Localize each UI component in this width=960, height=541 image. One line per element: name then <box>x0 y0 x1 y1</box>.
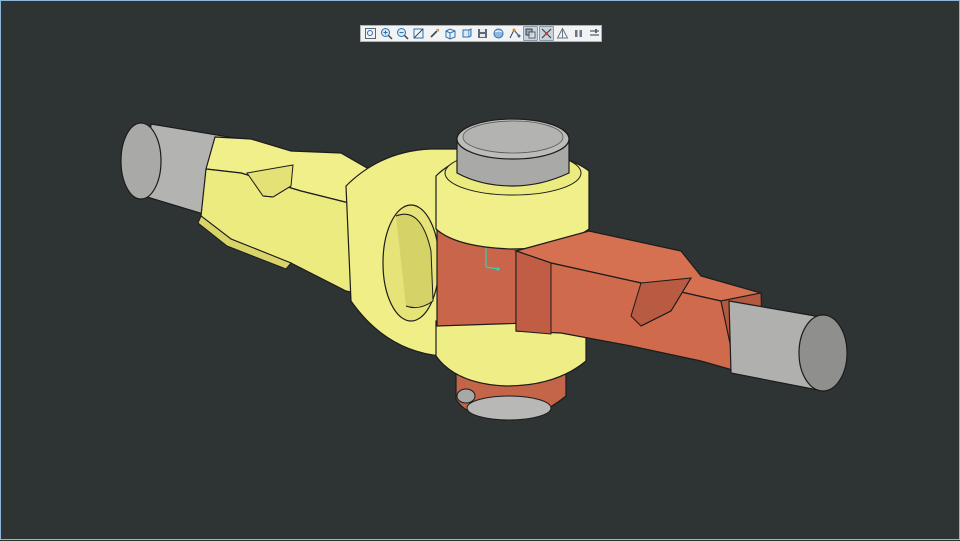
right-shaft[interactable] <box>728 300 848 392</box>
model-scene[interactable] <box>1 1 960 541</box>
transparency-button[interactable] <box>523 26 538 41</box>
save-image-icon <box>478 29 487 38</box>
zoom-fit-icon <box>365 28 376 39</box>
zoom-window-icon <box>413 28 424 39</box>
view-toolbar <box>360 25 602 42</box>
view-orientation-button[interactable] <box>459 26 474 41</box>
zoom-window-button[interactable] <box>411 26 426 41</box>
zoom-fit-button[interactable] <box>363 26 378 41</box>
sketch-button[interactable] <box>507 26 522 41</box>
save-image-button[interactable] <box>475 26 490 41</box>
settings-icon <box>590 29 599 36</box>
wireframe-button[interactable] <box>555 26 570 41</box>
pan-button[interactable] <box>427 26 442 41</box>
render-style-button[interactable] <box>491 26 506 41</box>
settings-button[interactable] <box>587 26 602 41</box>
sketch-icon <box>509 28 521 39</box>
pause-button[interactable] <box>571 26 586 41</box>
section-cut-button[interactable] <box>539 26 554 41</box>
pan-icon <box>430 29 439 38</box>
view-orientation-icon <box>462 28 472 38</box>
pause-icon <box>575 30 582 37</box>
section-cut-icon <box>541 28 552 39</box>
view-cube-button[interactable] <box>443 26 458 41</box>
transparency-icon <box>525 28 536 39</box>
zoom-in-icon <box>381 28 393 40</box>
3d-viewport[interactable] <box>0 0 960 540</box>
zoom-in-button[interactable] <box>379 26 394 41</box>
zoom-out-button[interactable] <box>395 26 410 41</box>
zoom-out-icon <box>397 28 409 40</box>
view-cube-icon <box>445 28 456 40</box>
wireframe-icon <box>556 27 569 39</box>
render-style-icon <box>493 28 504 39</box>
